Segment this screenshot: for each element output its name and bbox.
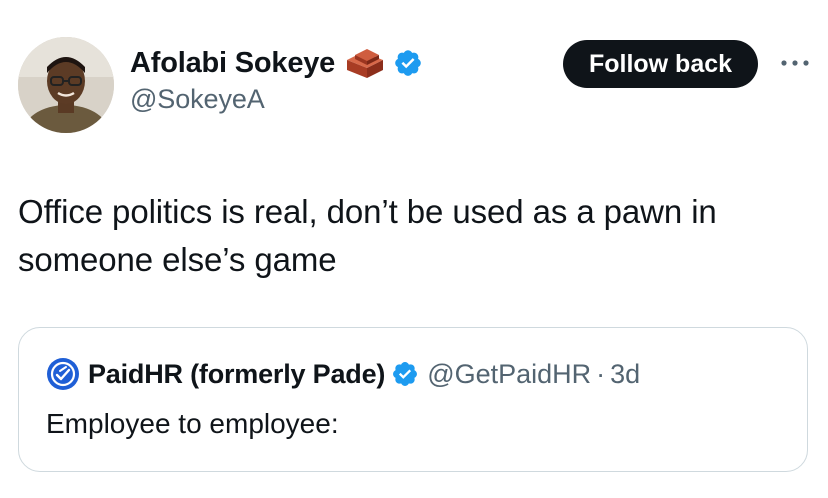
author-name-row: Afolabi Sokeye [130,44,423,82]
paidhr-logo-icon[interactable] [46,357,80,391]
quoted-author-handle[interactable]: @GetPaidHR [427,359,591,390]
tweet-text: Office politics is real, don’t be used a… [18,193,717,278]
quoted-tweet-header: PaidHR (formerly Pade) @GetPaidHR · 3d [46,356,640,392]
quoted-tweet[interactable]: PaidHR (formerly Pade) @GetPaidHR · 3d E… [18,327,808,472]
verified-badge-icon[interactable] [391,360,419,388]
author-avatar[interactable] [18,37,114,133]
more-options-icon[interactable] [778,52,812,74]
author-handle[interactable]: @SokeyeA [130,84,423,115]
follow-back-button[interactable]: Follow back [563,40,758,88]
author-display-name[interactable]: Afolabi Sokeye [130,47,335,80]
quoted-tweet-text: Employee to employee: [46,408,339,439]
author-info: Afolabi Sokeye @SokeyeA [130,44,423,115]
verified-badge-icon[interactable] [393,48,423,78]
brick-icon [343,46,387,80]
quoted-author-name[interactable]: PaidHR (formerly Pade) [88,359,385,390]
tweet-card: Afolabi Sokeye @SokeyeA Follow back Offi… [0,0,828,498]
separator-dot: · [596,358,606,389]
quoted-timestamp[interactable]: 3d [610,359,640,390]
